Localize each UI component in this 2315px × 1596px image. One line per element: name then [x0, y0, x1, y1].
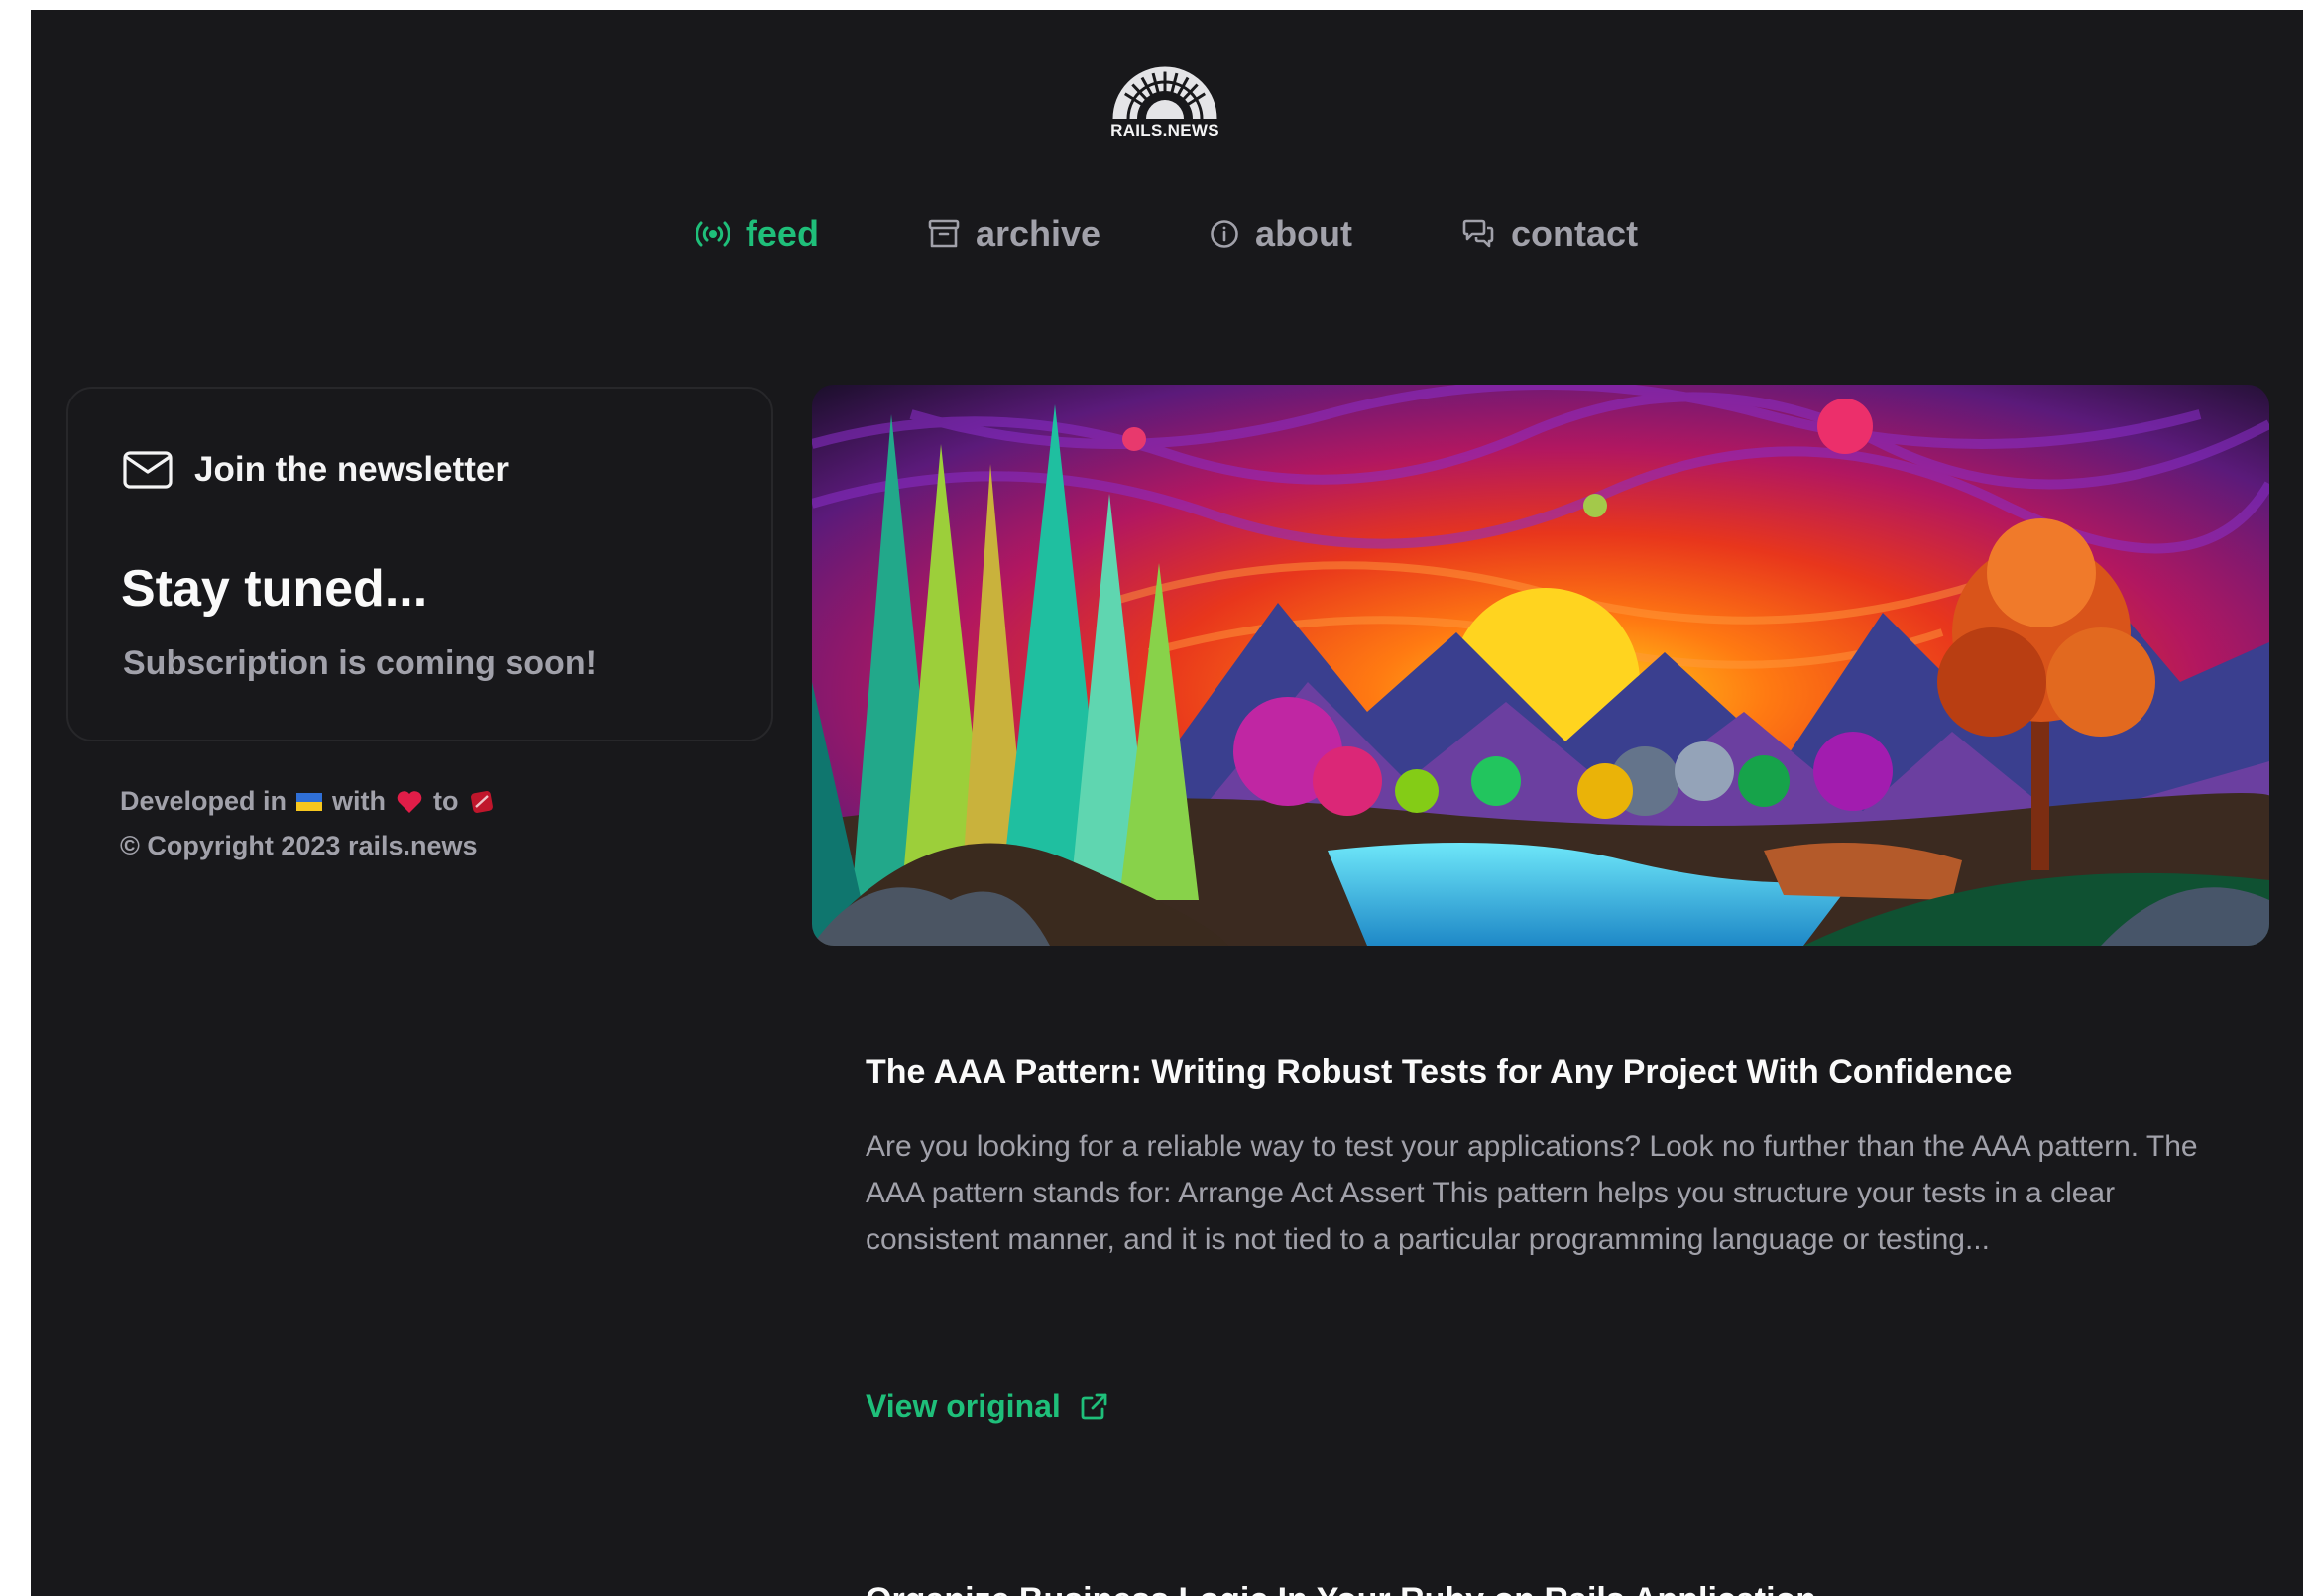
main-nav: feed archive about contact	[31, 213, 2303, 255]
ruby-gem-icon	[470, 790, 493, 813]
heart-icon	[397, 790, 422, 813]
ukraine-flag-icon	[296, 792, 323, 811]
newsletter-heading-text: Join the newsletter	[194, 450, 510, 489]
newsletter-title: Stay tuned...	[121, 560, 428, 618]
article-title[interactable]: The AAA Pattern: Writing Robust Tests fo…	[866, 1053, 2012, 1091]
with-text: with	[332, 786, 387, 816]
newsletter-heading: Join the newsletter	[123, 450, 509, 490]
copyright: © Copyright 2023 rails.news	[120, 831, 478, 860]
nav-item-feed[interactable]: feed	[695, 213, 819, 255]
to-text: to	[433, 786, 459, 816]
newsletter-subtitle: Subscription is coming soon!	[123, 644, 597, 682]
landscape-illustration	[812, 385, 2269, 946]
newsletter-card: Join the newsletter Stay tuned... Subscr…	[66, 387, 773, 741]
view-original-link[interactable]: View original	[866, 1388, 1108, 1425]
article-hero-image[interactable]	[812, 385, 2269, 946]
broadcast-icon	[695, 221, 730, 247]
archive-box-icon	[928, 219, 960, 248]
nav-item-contact[interactable]: contact	[1461, 213, 1638, 255]
rails-logo-icon	[1112, 66, 1217, 121]
developed-prefix: Developed in	[120, 786, 288, 816]
site-footer: Developed in with to © Copyright 2023 ra…	[120, 779, 495, 868]
page: RAILS.NEWS feed archive about contact Jo…	[31, 10, 2303, 1596]
view-original-label: View original	[866, 1388, 1061, 1424]
envelope-icon	[123, 451, 173, 489]
nav-item-label: about	[1255, 213, 1353, 254]
chat-bubbles-icon	[1462, 219, 1494, 248]
logo-text: RAILS.NEWS	[1110, 121, 1219, 140]
info-circle-icon	[1211, 220, 1238, 248]
nav-item-about[interactable]: about	[1210, 213, 1352, 255]
article-excerpt: Are you looking for a reliable way to te…	[866, 1130, 2198, 1256]
nav-item-archive[interactable]: archive	[928, 213, 1100, 255]
nav-item-label: archive	[975, 213, 1101, 254]
external-link-icon	[1081, 1393, 1107, 1419]
nav-item-label: feed	[745, 213, 819, 254]
next-article-title[interactable]: Organize Business Logic In Your Ruby on …	[866, 1581, 1816, 1596]
developed-line: Developed in with to	[120, 779, 495, 824]
site-logo[interactable]: RAILS.NEWS	[1105, 59, 1224, 154]
nav-item-label: contact	[1511, 213, 1639, 254]
